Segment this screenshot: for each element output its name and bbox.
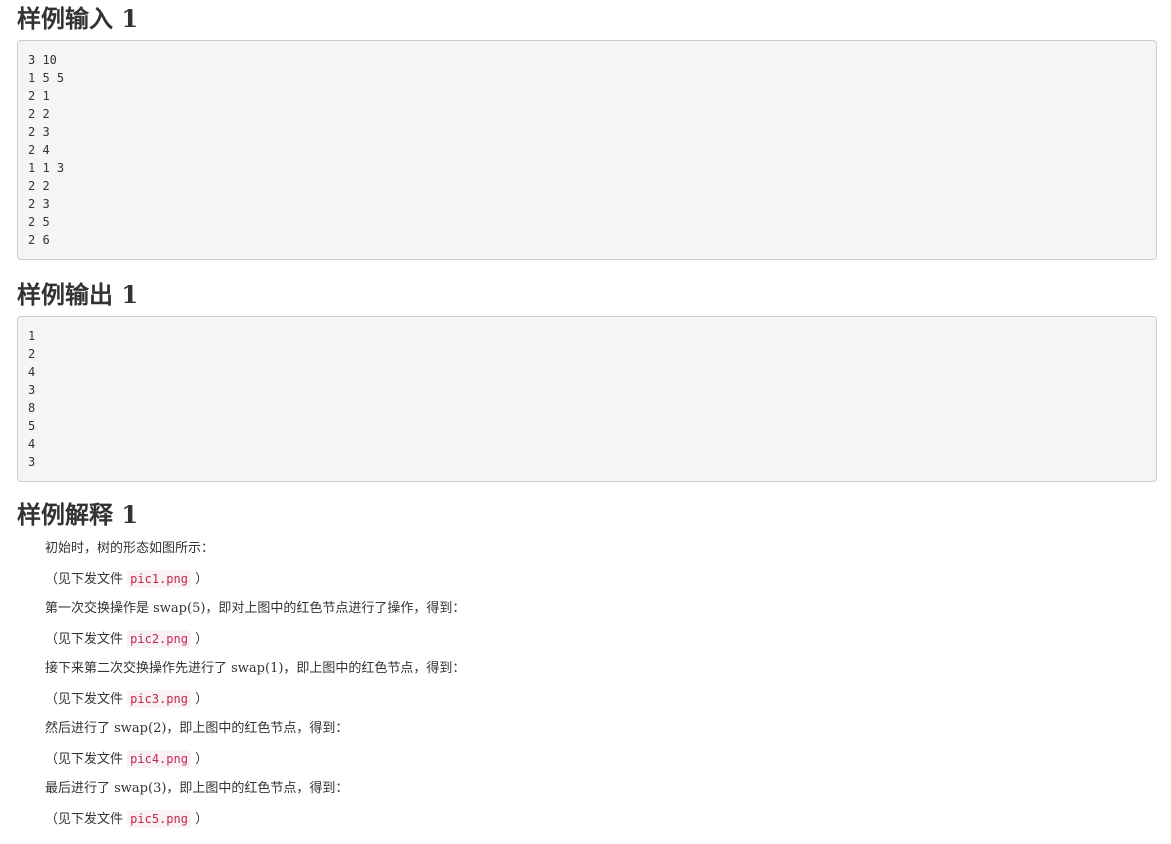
sample-output-line: 3: [28, 455, 36, 469]
explanation-text: 接下来第二次交换操作先进行了 swap(1)，即上图中的红色节点，得到：: [45, 661, 466, 676]
sample-explanation-heading: 样例解释 1: [17, 500, 139, 529]
sample-output-line: 3: [28, 383, 36, 397]
file-ref-suffix: ）: [190, 632, 209, 647]
explanation-file-line: （见下发文件 pic1.png ）: [45, 564, 1157, 594]
explanation-text-line: 初始时，树的形态如图所示：: [45, 534, 1157, 564]
sample-input-line: 2 3: [28, 125, 50, 139]
sample-output-line: 2: [28, 347, 36, 361]
sample-input-line: 2 2: [28, 179, 50, 193]
file-ref-suffix: ）: [190, 812, 209, 827]
file-name-code: pic2.png: [127, 630, 191, 648]
explanation-text: 初始时，树的形态如图所示：: [45, 541, 215, 556]
sample-output-line: 4: [28, 365, 36, 379]
sample-output-line: 1: [28, 329, 36, 343]
sample-input-line: 2 5: [28, 215, 50, 229]
file-ref-prefix: （见下发文件: [45, 752, 128, 767]
sample-output-code-block[interactable]: 1 2 4 3 8 5 4 3: [17, 316, 1157, 482]
sample-input-line: 1 1 3: [28, 161, 65, 175]
sample-input-line: 2 3: [28, 197, 50, 211]
explanation-text: 最后进行了 swap(3)，即上图中的红色节点，得到：: [45, 781, 349, 796]
sample-output-heading: 样例输出 1: [17, 280, 139, 309]
sample-input-line: 2 2: [28, 107, 50, 121]
file-ref-prefix: （见下发文件: [45, 632, 128, 647]
explanation-text: 然后进行了 swap(2)，即上图中的红色节点，得到：: [45, 721, 349, 736]
sample-input-line: 3 10: [28, 53, 57, 67]
sample-output-line: 4: [28, 437, 36, 451]
explanation-text-line: 接下来第二次交换操作先进行了 swap(1)，即上图中的红色节点，得到：: [45, 654, 1157, 684]
explanation-text: 第一次交换操作是 swap(5)，即对上图中的红色节点进行了操作，得到：: [45, 601, 466, 616]
file-ref-prefix: （见下发文件: [45, 572, 128, 587]
file-ref-prefix: （见下发文件: [45, 692, 128, 707]
sample-explanation-body: 初始时，树的形态如图所示： （见下发文件 pic1.png ） 第一次交换操作是…: [17, 534, 1157, 834]
sample-input-heading: 样例输入 1: [17, 4, 139, 33]
explanation-text-line: 第一次交换操作是 swap(5)，即对上图中的红色节点进行了操作，得到：: [45, 594, 1157, 624]
explanation-file-line: （见下发文件 pic5.png ）: [45, 804, 1157, 834]
explanation-file-line: （见下发文件 pic4.png ）: [45, 744, 1157, 774]
problem-samples: 样例输入 1 3 10 1 5 5 2 1 2 2 2 3 2 4 1 1 3 …: [17, 0, 1157, 834]
sample-input-code-block[interactable]: 3 10 1 5 5 2 1 2 2 2 3 2 4 1 1 3 2 2 2 3…: [17, 40, 1157, 260]
file-ref-suffix: ）: [190, 572, 209, 587]
explanation-text-line: 然后进行了 swap(2)，即上图中的红色节点，得到：: [45, 714, 1157, 744]
sample-input-line: 2 6: [28, 233, 50, 247]
sample-output-line: 5: [28, 419, 36, 433]
sample-input-line: 2 4: [28, 143, 50, 157]
sample-input-line: 2 1: [28, 89, 50, 103]
file-ref-suffix: ）: [190, 752, 209, 767]
file-name-code: pic5.png: [127, 810, 191, 828]
sample-output-line: 8: [28, 401, 36, 415]
file-name-code: pic3.png: [127, 690, 191, 708]
explanation-file-line: （见下发文件 pic3.png ）: [45, 684, 1157, 714]
file-name-code: pic1.png: [127, 570, 191, 588]
file-ref-suffix: ）: [190, 692, 209, 707]
explanation-text-line: 最后进行了 swap(3)，即上图中的红色节点，得到：: [45, 774, 1157, 804]
explanation-file-line: （见下发文件 pic2.png ）: [45, 624, 1157, 654]
file-name-code: pic4.png: [127, 750, 191, 768]
sample-input-line: 1 5 5: [28, 71, 65, 85]
file-ref-prefix: （见下发文件: [45, 812, 128, 827]
